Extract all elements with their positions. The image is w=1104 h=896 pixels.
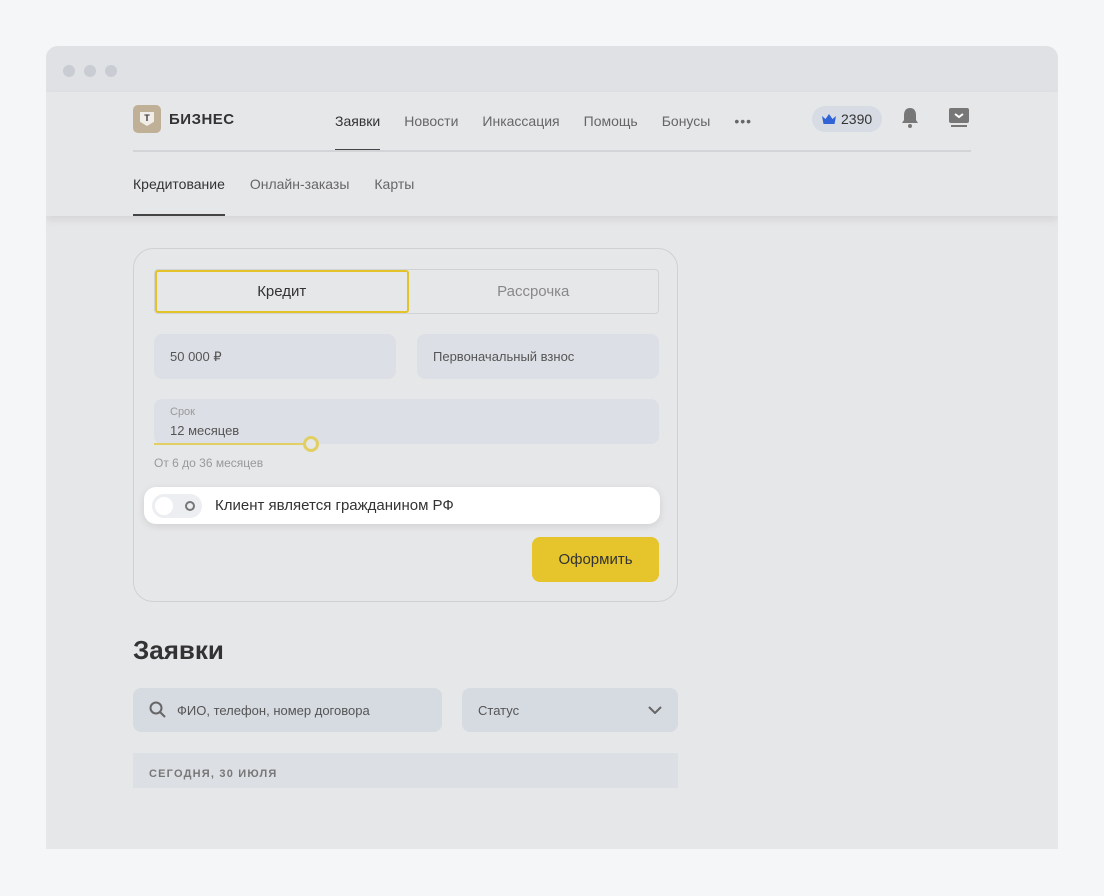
slider-fill <box>154 443 311 445</box>
logo[interactable]: Т БИЗНЕС <box>133 105 235 133</box>
window-dot <box>63 65 75 77</box>
tab-installment[interactable]: Рассрочка <box>409 270 659 313</box>
sub-nav: Кредитование Онлайн-заказы Карты <box>133 152 439 216</box>
nav-news[interactable]: Новости <box>392 92 470 150</box>
amount-field[interactable]: 50 000 ₽ <box>154 334 396 379</box>
search-placeholder: ФИО, телефон, номер договора <box>177 702 370 718</box>
subnav-lending[interactable]: Кредитование <box>133 152 225 216</box>
credit-form-card: Кредит Рассрочка 50 000 ₽ Первоначальный… <box>133 248 678 602</box>
window-dot <box>105 65 117 77</box>
header: Т БИЗНЕС Заявки Новости Инкассация Помощ… <box>46 92 1058 216</box>
requests-title: Заявки <box>133 635 224 665</box>
date-group-header: СЕГОДНЯ, 30 ИЮЛЯ <box>133 753 678 788</box>
main-nav: Заявки Новости Инкассация Помощь Бонусы … <box>335 92 764 151</box>
subnav-online-orders[interactable]: Онлайн-заказы <box>250 152 350 216</box>
citizen-toggle[interactable] <box>152 493 202 518</box>
title-bar <box>46 46 1058 92</box>
term-hint: От 6 до 36 месяцев <box>154 456 264 470</box>
window-dot <box>84 65 96 77</box>
tab-credit[interactable]: Кредит <box>155 270 409 313</box>
submit-button[interactable]: Оформить <box>532 537 659 582</box>
logo-text: БИЗНЕС <box>169 110 235 128</box>
bonus-badge[interactable]: 2390 <box>812 106 883 132</box>
toggle-knob <box>155 496 173 515</box>
slider-thumb[interactable] <box>302 436 319 452</box>
logo-letter: Т <box>140 112 154 126</box>
more-icon[interactable]: ••• <box>722 92 764 150</box>
status-label: Статус <box>478 702 520 718</box>
down-payment-field[interactable]: Первоначальный взнос <box>417 334 659 379</box>
browser-window: Т БИЗНЕС Заявки Новости Инкассация Помощ… <box>46 46 1058 849</box>
citizen-toggle-row[interactable]: Клиент является гражданином РФ <box>144 487 660 524</box>
bell-icon[interactable] <box>900 107 920 129</box>
search-input[interactable]: ФИО, телефон, номер договора <box>133 688 442 732</box>
nav-bonuses[interactable]: Бонусы <box>650 92 723 150</box>
nav-requests[interactable]: Заявки <box>335 92 392 151</box>
toggle-off-icon <box>185 500 195 511</box>
bonus-points: 2390 <box>841 111 873 127</box>
nav-collection[interactable]: Инкассация <box>470 92 571 150</box>
nav-help[interactable]: Помощь <box>572 92 650 150</box>
term-label: Срок <box>170 406 195 418</box>
logo-icon: Т <box>133 105 161 133</box>
search-icon <box>149 701 166 718</box>
term-slider-field[interactable]: Срок 12 месяцев <box>154 399 659 452</box>
status-select[interactable]: Статус <box>462 688 678 732</box>
citizen-toggle-label: Клиент является гражданином РФ <box>215 497 454 514</box>
product-switch: Кредит Рассрочка <box>154 269 659 314</box>
chevron-down-icon <box>648 706 662 714</box>
subnav-cards[interactable]: Карты <box>374 152 414 216</box>
term-value: 12 месяцев <box>170 423 240 438</box>
crown-icon <box>822 113 836 124</box>
inbox-icon[interactable] <box>948 108 970 128</box>
